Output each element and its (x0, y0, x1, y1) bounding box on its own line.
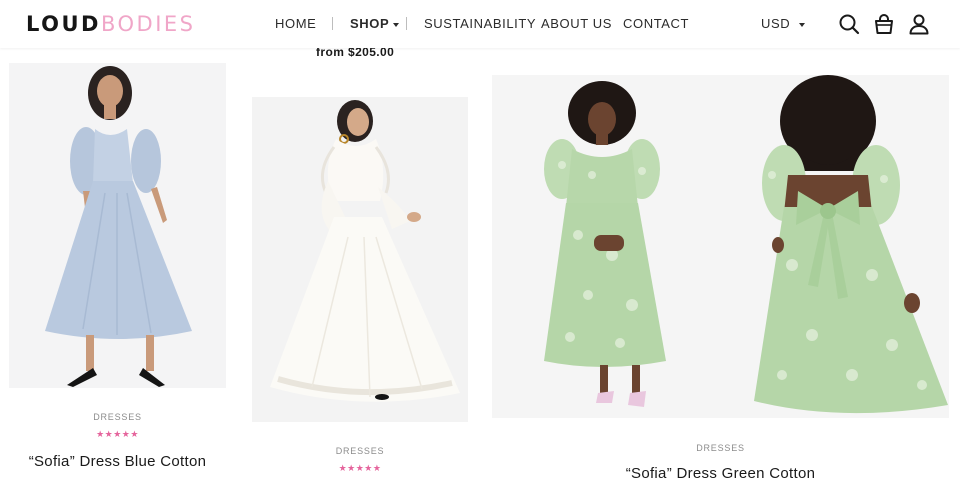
product-image[interactable] (252, 97, 468, 422)
nav-sustainability[interactable]: SUSTAINABILITY (424, 16, 536, 32)
product-card[interactable]: DRESSES “Sofia” Dress Green Cotton (485, 0, 960, 478)
product-card[interactable]: from $205.00 DRESSES ★★★★★ (240, 0, 485, 478)
nav-home[interactable]: HOME (275, 16, 316, 32)
brand-logo[interactable]: LOUDBODIES (26, 12, 196, 36)
nav-divider (332, 17, 333, 30)
logo-part-1: LOUD (26, 12, 101, 36)
currency-selector[interactable]: USD (761, 16, 806, 32)
product-name[interactable]: “Sofia” Dress Green Cotton (492, 465, 949, 478)
nav-about-us[interactable]: ABOUT US (541, 16, 612, 32)
chevron-down-icon (799, 22, 806, 27)
product-card[interactable]: DRESSES ★★★★★ “Sofia” Dress Blue Cotton (0, 0, 240, 478)
product-name[interactable]: “Sofia” Dress Blue Cotton (9, 453, 226, 470)
product-image[interactable] (9, 63, 226, 388)
product-category[interactable]: DRESSES (9, 412, 226, 422)
nav-divider (406, 17, 407, 30)
account-icon[interactable] (908, 13, 930, 35)
chevron-down-icon (393, 22, 400, 27)
logo-part-2: BODIES (100, 12, 196, 36)
star-rating: ★★★★★ (96, 429, 139, 439)
product-category[interactable]: DRESSES (492, 443, 949, 453)
site-header: LOUDBODIES HOME SHOP SUSTAINABILITY ABOU… (0, 0, 960, 48)
nav-shop-label: SHOP (350, 16, 390, 31)
product-category[interactable]: DRESSES (252, 446, 468, 456)
bag-icon[interactable] (873, 13, 895, 35)
star-rating: ★★★★★ (338, 463, 382, 473)
nav-shop[interactable]: SHOP (350, 16, 400, 32)
search-icon[interactable] (838, 13, 860, 35)
product-image[interactable] (492, 75, 949, 418)
nav-contact[interactable]: CONTACT (623, 16, 689, 32)
currency-label: USD (761, 16, 791, 31)
